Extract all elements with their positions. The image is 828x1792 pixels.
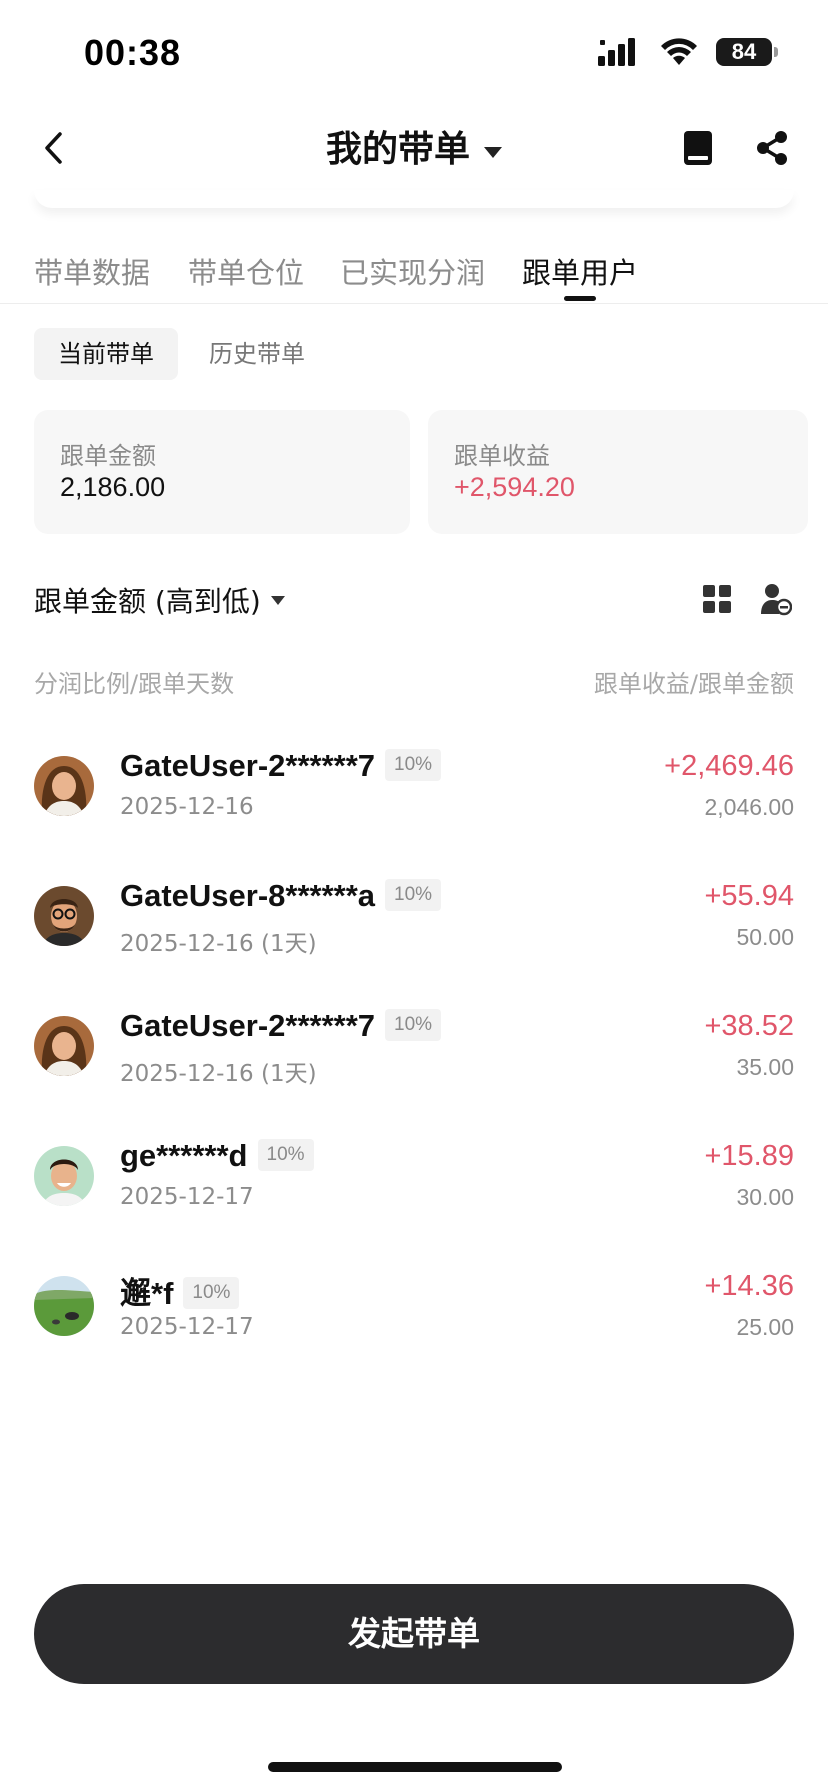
active-tab-indicator: [564, 296, 596, 301]
follow-date: 2025-12-16 (1天): [120, 1061, 317, 1087]
caret-down-icon: [270, 595, 285, 605]
battery-level: 84: [731, 39, 757, 64]
follow-date: 2025-12-16: [120, 794, 254, 820]
segment-current[interactable]: 当前带单: [34, 328, 178, 380]
user-row[interactable]: 邂*f 10% 2025-12-17 +14.36 25.00: [0, 1264, 828, 1364]
follow-amount: 35.00: [736, 1054, 794, 1080]
grid-icon: [703, 585, 731, 613]
follow-profit: +15.89: [704, 1140, 794, 1172]
tab-lead-data[interactable]: 带单数据: [34, 250, 150, 292]
username: GateUser-2******7 10%: [120, 748, 442, 784]
user-row[interactable]: GateUser-8******a 10% 2025-12-16 (1天) +55…: [0, 874, 828, 974]
user-row[interactable]: GateUser-2******7 10% 2025-12-16 (1天) +38…: [0, 1004, 828, 1104]
user-row[interactable]: ge******d 10% 2025-12-17 +15.89 30.00: [0, 1134, 828, 1234]
username: 邂*f 10%: [120, 1268, 240, 1313]
copy-profit-label: 跟单收益: [454, 442, 550, 470]
book-icon: [684, 131, 712, 165]
woman-avatar: [34, 756, 94, 816]
man-smile-avatar: [34, 1146, 94, 1206]
home-indicator: [268, 1762, 562, 1772]
username-text: GateUser-2******7: [120, 748, 376, 783]
username-text: 邂*f: [120, 1276, 174, 1311]
book-button[interactable]: [678, 126, 718, 170]
tab-lead-positions[interactable]: 带单仓位: [188, 250, 304, 292]
column-header-right: 跟单收益/跟单金额: [593, 670, 794, 698]
follow-amount: 2,046.00: [704, 794, 794, 820]
user-row[interactable]: GateUser-2******7 10% 2025-12-16 +2,469.4…: [0, 744, 828, 844]
profit-share-badge: 10%: [385, 748, 442, 781]
grid-view-button[interactable]: [702, 584, 732, 614]
username: GateUser-8******a 10%: [120, 878, 442, 914]
follow-date: 2025-12-16 (1天): [120, 931, 317, 957]
copy-profit-card: 跟单收益 +2,594.20: [428, 410, 808, 534]
landscape-avatar: [34, 1276, 94, 1336]
caret-down-icon: [484, 147, 502, 158]
page-title: 我的带单: [325, 129, 470, 170]
column-header-left: 分润比例/跟单天数: [34, 670, 235, 698]
follow-date: 2025-12-17: [120, 1184, 254, 1210]
follow-profit: +14.36: [704, 1270, 794, 1302]
signal-icon: [598, 38, 635, 66]
sort-dropdown[interactable]: 跟单金额 (高到低): [34, 580, 285, 620]
profit-share-badge: 10%: [385, 878, 442, 911]
username-text: GateUser-2******7: [120, 1008, 376, 1043]
remove-user-button[interactable]: [760, 582, 793, 616]
segment-history[interactable]: 历史带单: [190, 328, 324, 380]
follow-date: 2025-12-17: [120, 1314, 254, 1340]
copy-amount-value: 2,186.00: [60, 472, 166, 502]
follow-profit: +55.94: [704, 880, 794, 912]
status-time: 00:38: [84, 32, 182, 73]
profit-share-badge: 10%: [183, 1276, 240, 1309]
status-icons: 84: [598, 38, 778, 66]
username-text: ge******d: [120, 1138, 248, 1173]
nav-bar: 我的带单: [0, 110, 828, 186]
share-icon: [757, 131, 787, 165]
follow-amount: 50.00: [736, 924, 794, 950]
tab-copy-users[interactable]: 跟单用户: [522, 250, 638, 292]
status-bar: 00:38 84: [0, 0, 828, 100]
follow-profit: +38.52: [704, 1010, 794, 1042]
tab-realized-profit-share[interactable]: 已实现分润: [340, 250, 485, 292]
follow-profit: +2,469.46: [664, 750, 794, 782]
profit-share-badge: 10%: [257, 1138, 314, 1171]
username-text: GateUser-8******a: [120, 878, 376, 913]
copy-amount-card: 跟单金额 2,186.00: [34, 410, 410, 534]
profit-share-badge: 10%: [385, 1008, 442, 1041]
copy-amount-label: 跟单金额: [60, 442, 156, 470]
wifi-icon: [661, 38, 697, 65]
username: GateUser-2******7 10%: [120, 1008, 442, 1044]
user-remove-icon: [761, 584, 793, 616]
battery-icon: 84: [716, 38, 778, 66]
copy-profit-value: +2,594.20: [454, 472, 575, 502]
man-glasses-avatar: [34, 886, 94, 946]
follow-amount: 30.00: [736, 1184, 794, 1210]
username: ge******d 10%: [120, 1138, 314, 1174]
woman-avatar: [34, 1016, 94, 1076]
collapsed-header-card: [34, 190, 794, 208]
start-lead-button[interactable]: 发起带单: [34, 1584, 794, 1684]
follow-amount: 25.00: [736, 1314, 794, 1340]
main-tabs: 带单数据 带单仓位 已实现分润 跟单用户: [0, 244, 828, 304]
sort-label: 跟单金额 (高到低): [34, 585, 261, 618]
share-button[interactable]: [752, 126, 792, 170]
